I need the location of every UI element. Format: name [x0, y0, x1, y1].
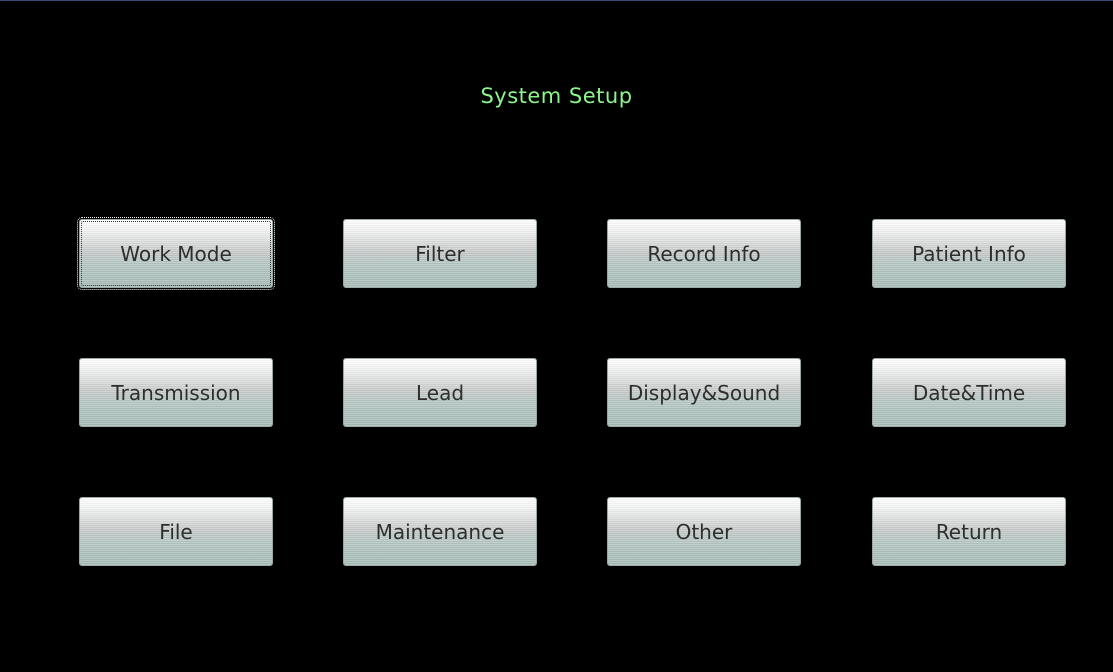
setup-menu-grid: Work Mode Filter Record Info Patient Inf…: [0, 0, 1113, 672]
maintenance-button[interactable]: Maintenance: [343, 497, 537, 566]
patient-info-button[interactable]: Patient Info: [872, 219, 1066, 288]
return-button[interactable]: Return: [872, 497, 1066, 566]
transmission-button[interactable]: Transmission: [79, 358, 273, 427]
work-mode-button[interactable]: Work Mode: [77, 217, 275, 290]
record-info-button[interactable]: Record Info: [607, 219, 801, 288]
file-button[interactable]: File: [79, 497, 273, 566]
lead-button[interactable]: Lead: [343, 358, 537, 427]
display-sound-button[interactable]: Display&Sound: [607, 358, 801, 427]
filter-button[interactable]: Filter: [343, 219, 537, 288]
date-time-button[interactable]: Date&Time: [872, 358, 1066, 427]
other-button[interactable]: Other: [607, 497, 801, 566]
